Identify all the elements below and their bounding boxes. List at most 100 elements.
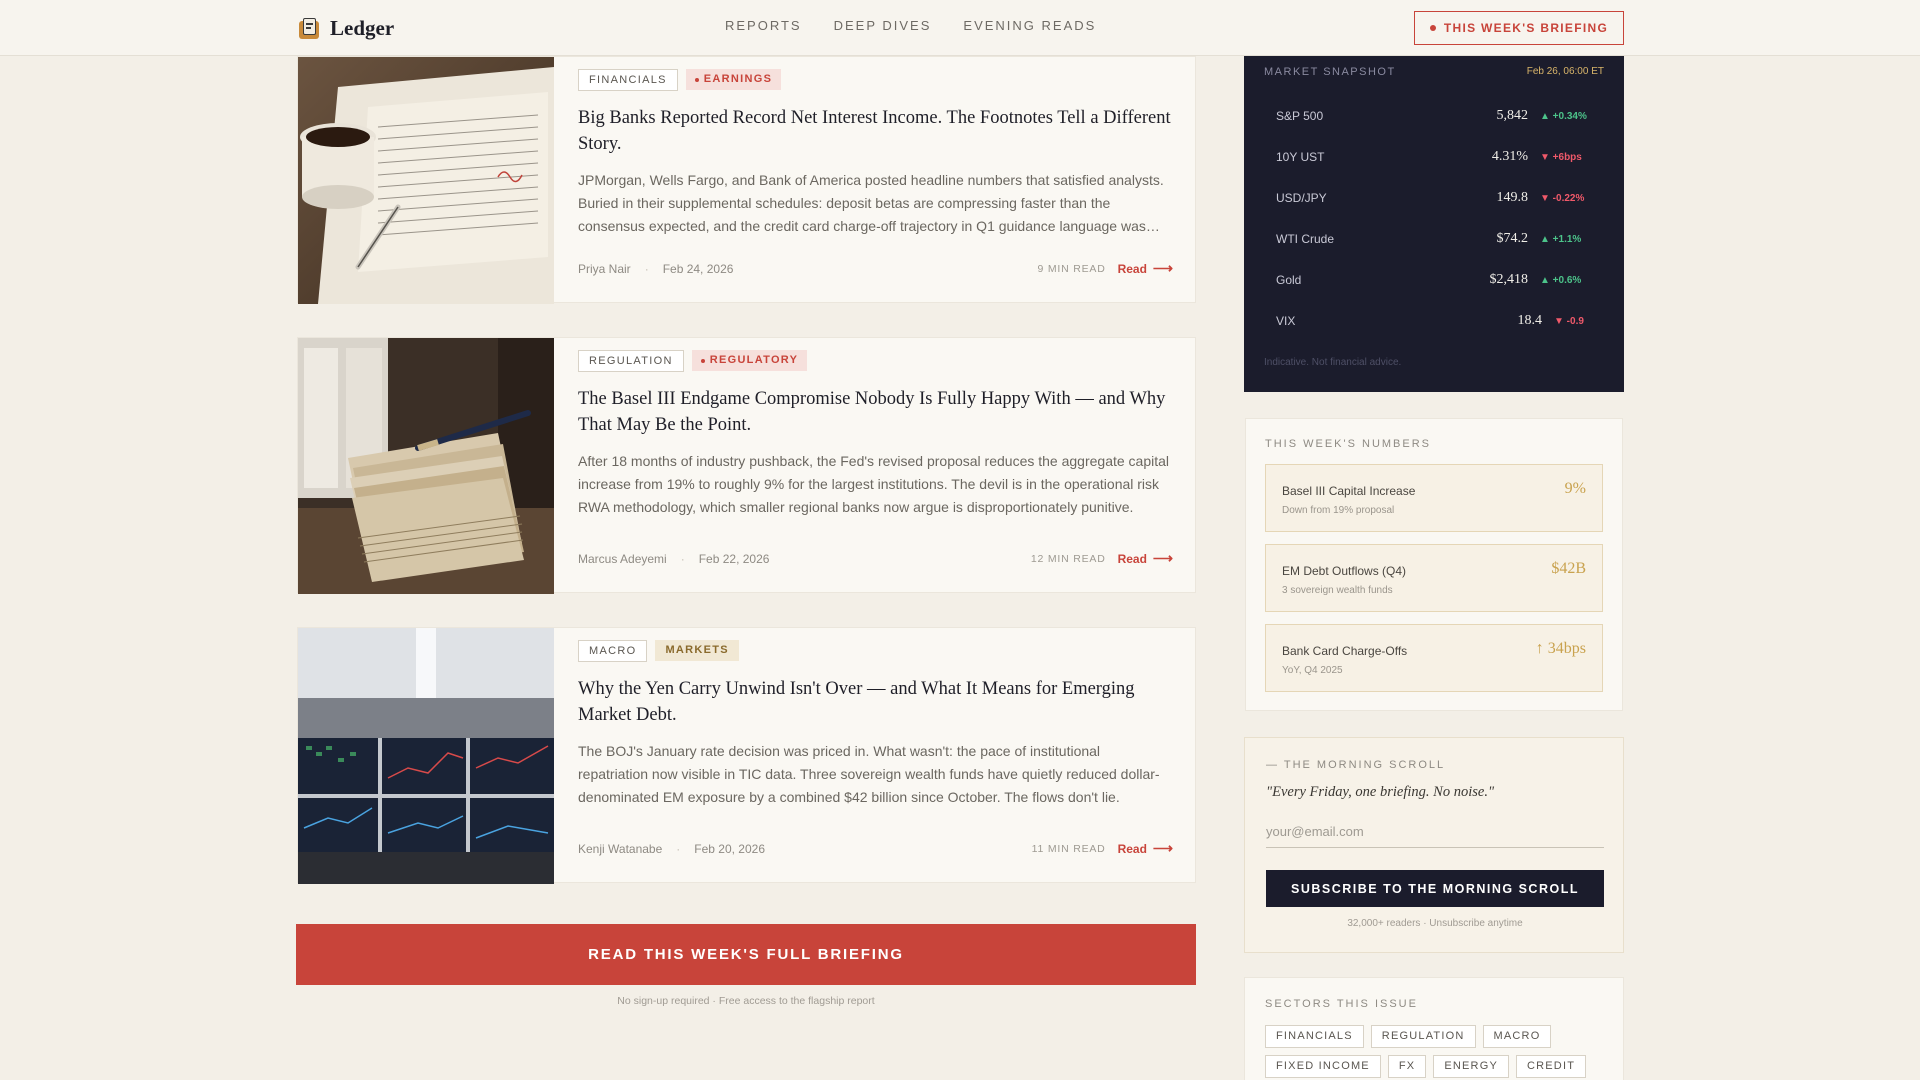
topic-tag-label: EARNINGS: [703, 73, 773, 85]
newsletter-footnote: 32,000+ readers · Unsubscribe anytime: [1347, 918, 1523, 929]
article-meta: Marcus Adeyemi · Feb 22, 2026 12 MIN REA…: [578, 550, 1173, 567]
arrow-right-icon: ⟶: [1152, 260, 1173, 276]
stat-name: EM Debt Outflows (Q4): [1282, 564, 1407, 578]
read-full-briefing-button[interactable]: READ THIS WEEK'S FULL BRIEFING: [296, 924, 1196, 985]
read-link[interactable]: Read ⟶: [1118, 840, 1173, 857]
market-value: 4.31%: [1491, 149, 1528, 164]
article-date: Feb 20, 2026: [694, 841, 766, 856]
topic-tag[interactable]: REGULATORY: [691, 350, 808, 371]
sector-chip[interactable]: FIXED INCOME: [1265, 1055, 1381, 1078]
sector-chip-list: FINANCIALS REGULATION MACRO FIXED INCOME…: [1265, 1025, 1605, 1078]
this-weeks-briefing-button[interactable]: THIS WEEK'S BRIEFING: [1414, 11, 1624, 45]
read-time: 11 MIN READ: [1031, 842, 1106, 855]
market-value: 5,842: [1496, 108, 1529, 123]
stat-value: 9%: [1564, 480, 1586, 497]
nav-link-deep-dives[interactable]: DEEP DIVES: [834, 18, 932, 33]
arrow-right-icon: ⟶: [1152, 550, 1173, 566]
read-time: 12 MIN READ: [1030, 552, 1106, 565]
market-change: ▲ +0.34%: [1540, 110, 1587, 122]
email-field[interactable]: [1266, 816, 1604, 848]
top-navigation-bar: Ledger REPORTS DEEP DIVES EVENING READS …: [0, 0, 1920, 56]
category-tag[interactable]: REGULATION: [578, 350, 684, 372]
dot-icon: [700, 358, 705, 363]
snapshot-title: MARKET SNAPSHOT: [1264, 66, 1396, 78]
stat-subtext: 3 sovereign wealth funds: [1282, 585, 1393, 596]
article-thumbnail-trading-floor[interactable]: [298, 628, 554, 884]
subscribe-button[interactable]: SUBSCRIBE TO THE MORNING SCROLL: [1266, 870, 1604, 907]
stat-value: ↑ 34bps: [1535, 640, 1586, 657]
topic-tag-label: REGULATORY: [709, 354, 799, 366]
market-row[interactable]: S&P 500 5,842 ▲ +0.34%: [1276, 106, 1592, 126]
market-name: 10Y UST: [1276, 150, 1325, 164]
newsletter-tagline: "Every Friday, one briefing. No noise.": [1266, 784, 1495, 800]
market-name: VIX: [1276, 314, 1296, 328]
dot-icon: [694, 77, 699, 82]
market-row[interactable]: WTI Crude $74.2 ▲ +1.1%: [1276, 229, 1592, 249]
category-tag[interactable]: MACRO: [578, 640, 648, 662]
read-link-label: Read: [1117, 551, 1147, 566]
sectors-title: SECTORS THIS ISSUE: [1265, 998, 1418, 1010]
main-nav: REPORTS DEEP DIVES EVENING READS: [725, 18, 1096, 33]
market-row[interactable]: USD/JPY 149.8 ▼ -0.22%: [1276, 188, 1592, 208]
market-change: ▼ -0.9: [1554, 315, 1584, 327]
sector-chip[interactable]: FX: [1387, 1055, 1427, 1078]
snapshot-timestamp: Feb 26, 06:00 ET: [1526, 66, 1604, 77]
site-logo[interactable]: Ledger: [298, 16, 394, 41]
stat-card[interactable]: EM Debt Outflows (Q4) 3 sovereign wealth…: [1265, 544, 1603, 612]
sector-chip[interactable]: REGULATION: [1370, 1025, 1476, 1048]
market-change: ▼ +6bps: [1540, 151, 1582, 163]
sectors-panel: SECTORS THIS ISSUE FINANCIALS REGULATION…: [1244, 977, 1624, 1080]
sector-chip[interactable]: MACRO: [1482, 1025, 1552, 1048]
stat-value: $42B: [1551, 560, 1586, 577]
read-link-label: Read: [1117, 261, 1147, 276]
stat-name: Basel III Capital Increase: [1282, 484, 1416, 498]
read-time: 9 MIN READ: [1037, 262, 1106, 275]
stat-name: Bank Card Charge-Offs: [1282, 644, 1408, 658]
article-date: Feb 22, 2026: [698, 551, 770, 566]
article-excerpt: After 18 months of industry pushback, th…: [578, 453, 1170, 515]
market-row[interactable]: VIX 18.4 ▼ -0.9: [1276, 311, 1592, 331]
article-title[interactable]: The Basel III Endgame Compromise Nobody …: [578, 386, 1173, 438]
market-value: $2,418: [1489, 272, 1529, 287]
stat-subtext: YoY, Q4 2025: [1282, 665, 1343, 676]
article-title[interactable]: Big Banks Reported Record Net Interest I…: [578, 105, 1173, 157]
market-row[interactable]: 10Y UST 4.31% ▼ +6bps: [1276, 147, 1592, 167]
nav-link-evening-reads[interactable]: EVENING READS: [963, 18, 1096, 33]
market-value: 18.4: [1517, 313, 1543, 328]
article-thumbnail-paper-stack[interactable]: [298, 338, 554, 594]
numbers-title: THIS WEEK'S NUMBERS: [1265, 438, 1432, 450]
market-name: S&P 500: [1276, 109, 1324, 123]
read-link[interactable]: Read ⟶: [1118, 260, 1173, 277]
article-card[interactable]: FINANCIALS EARNINGS Big Banks Reported R…: [297, 56, 1196, 304]
nav-link-reports[interactable]: REPORTS: [725, 18, 802, 33]
snapshot-disclaimer: Indicative. Not financial advice.: [1264, 357, 1402, 368]
stat-card[interactable]: Basel III Capital Increase Down from 19%…: [1265, 464, 1603, 532]
article-author: Kenji Watanabe: [578, 841, 663, 856]
sector-chip[interactable]: ENERGY: [1433, 1055, 1509, 1078]
briefing-button-label: THIS WEEK'S BRIEFING: [1443, 21, 1609, 35]
article-thumbnail-desk-papers[interactable]: [298, 57, 554, 304]
site-name: Ledger: [330, 16, 395, 40]
article-meta: Priya Nair · Feb 24, 2026 9 MIN READ Rea…: [578, 260, 1173, 277]
read-link[interactable]: Read ⟶: [1118, 550, 1173, 567]
cta-subtext: No sign-up required · Free access to the…: [617, 995, 875, 1007]
sector-chip[interactable]: FINANCIALS: [1265, 1025, 1364, 1048]
topic-tag[interactable]: MARKETS: [655, 640, 739, 661]
topic-tag[interactable]: EARNINGS: [685, 69, 782, 90]
article-excerpt: JPMorgan, Wells Fargo, and Bank of Ameri…: [578, 172, 1164, 234]
article-title[interactable]: Why the Yen Carry Unwind Isn't Over — an…: [578, 676, 1173, 728]
article-author: Priya Nair: [578, 261, 631, 276]
market-row[interactable]: Gold $2,418 ▲ +0.6%: [1276, 270, 1592, 290]
category-tag[interactable]: FINANCIALS: [578, 69, 678, 91]
sector-chip[interactable]: CREDIT: [1515, 1055, 1587, 1078]
stat-card[interactable]: Bank Card Charge-Offs YoY, Q4 2025 ↑ 34b…: [1265, 624, 1603, 692]
market-change: ▼ -0.22%: [1540, 192, 1585, 204]
article-card[interactable]: REGULATION REGULATORY The Basel III Endg…: [297, 337, 1196, 594]
ledger-logo-icon: [298, 17, 320, 40]
market-value: $74.2: [1496, 231, 1529, 246]
article-author: Marcus Adeyemi: [578, 551, 667, 566]
article-card[interactable]: MACRO MARKETS Why the Yen Carry Unwind I…: [297, 627, 1196, 884]
read-link-label: Read: [1117, 841, 1147, 856]
market-value: 149.8: [1496, 190, 1529, 205]
market-change: ▲ +0.6%: [1540, 274, 1582, 286]
